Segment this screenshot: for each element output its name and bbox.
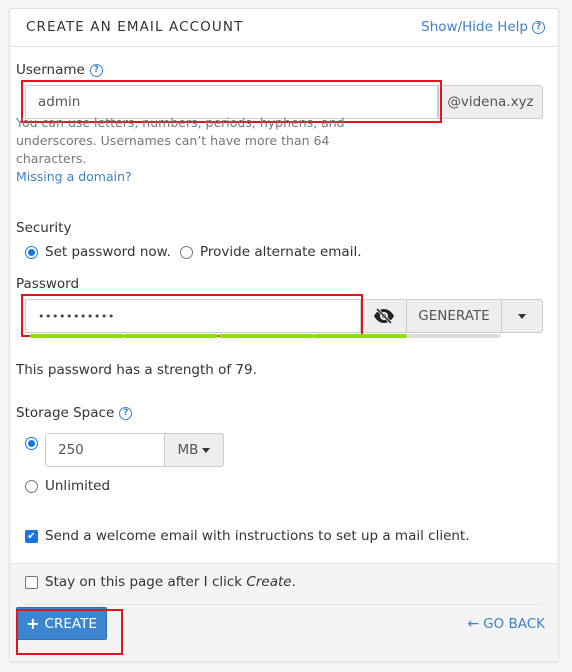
username-help-desc: You can use letters, numbers, periods, h… [16, 115, 345, 166]
strength-segment [407, 334, 501, 338]
create-button-label: CREATE [44, 615, 97, 632]
storage-quota-value: 250 [58, 442, 84, 458]
domain-addon: @videna.xyz [438, 85, 543, 119]
password-value: ••••••••••• [38, 309, 115, 323]
stay-label-suffix: . [291, 574, 296, 590]
stay-on-page-checkbox-row[interactable]: Stay on this page after I click Create. [25, 574, 296, 590]
password-label: Password [16, 276, 80, 292]
radio-alternate-email[interactable]: Provide alternate email. [180, 244, 362, 260]
generate-password-button[interactable]: GENERATE [406, 299, 502, 333]
storage-space-label-text: Storage Space [16, 405, 115, 421]
eye-slash-icon [374, 308, 394, 324]
question-circle-icon: ? [532, 20, 545, 34]
question-circle-icon[interactable]: ? [119, 406, 133, 420]
welcome-email-label: Send a welcome email with instructions t… [45, 528, 470, 544]
toggle-password-visibility-button[interactable] [361, 299, 407, 333]
plus-icon: + [26, 614, 40, 633]
footer-divider [25, 604, 543, 605]
panel-header: CREATE AN EMAIL ACCOUNT Show/Hide Help ? [10, 9, 558, 47]
radio-button[interactable] [25, 479, 38, 493]
welcome-email-checkbox[interactable]: ✔ [25, 529, 38, 543]
radio-unlimited[interactable]: Unlimited [25, 478, 110, 494]
help-link-label: Show/Hide Help [421, 19, 528, 35]
caret-down-icon [202, 447, 211, 453]
arrow-left-icon: ← [467, 616, 480, 632]
generate-options-dropdown[interactable] [501, 299, 543, 333]
security-label: Security [16, 220, 72, 236]
storage-unit-dropdown[interactable]: MB [164, 433, 224, 467]
radio-quota-limit[interactable] [25, 437, 38, 450]
stay-label-emphasis: Create [246, 574, 292, 590]
storage-quota-input[interactable]: 250 [45, 433, 165, 467]
radio-set-password-label: Set password now. [45, 244, 171, 260]
username-label: Username ? [16, 62, 103, 78]
username-label-text: Username [16, 62, 85, 78]
radio-button[interactable] [180, 245, 193, 259]
create-button[interactable]: + CREATE [16, 607, 107, 640]
show-hide-help-link[interactable]: Show/Hide Help ? [421, 19, 545, 35]
strength-segment [219, 334, 313, 338]
strength-segment [30, 334, 124, 338]
missing-domain-link[interactable]: Missing a domain? [16, 168, 346, 186]
page-title: CREATE AN EMAIL ACCOUNT [26, 19, 244, 35]
password-strength-text: This password has a strength of 79. [16, 362, 257, 378]
storage-unit-value: MB [177, 442, 199, 458]
strength-segment [313, 334, 407, 338]
stay-label-prefix: Stay on this page after I click [45, 574, 247, 590]
go-back-label: GO BACK [483, 616, 545, 632]
username-help-text: You can use letters, numbers, periods, h… [16, 114, 346, 186]
welcome-email-checkbox-row[interactable]: ✔ Send a welcome email with instructions… [25, 528, 470, 544]
radio-button[interactable] [25, 245, 38, 259]
question-circle-icon[interactable]: ? [89, 63, 103, 77]
strength-segment [124, 334, 218, 338]
password-input[interactable]: ••••••••••• [25, 299, 361, 333]
radio-unlimited-label: Unlimited [45, 478, 111, 494]
storage-space-label: Storage Space ? [16, 405, 133, 421]
radio-alternate-email-label: Provide alternate email. [200, 244, 362, 260]
username-value: admin [38, 94, 81, 110]
caret-down-icon [518, 313, 526, 319]
stay-on-page-label: Stay on this page after I click Create. [45, 574, 296, 590]
radio-set-password[interactable]: Set password now. [25, 244, 171, 260]
go-back-link[interactable]: ← GO BACK [467, 616, 545, 632]
stay-on-page-checkbox[interactable] [25, 575, 38, 589]
